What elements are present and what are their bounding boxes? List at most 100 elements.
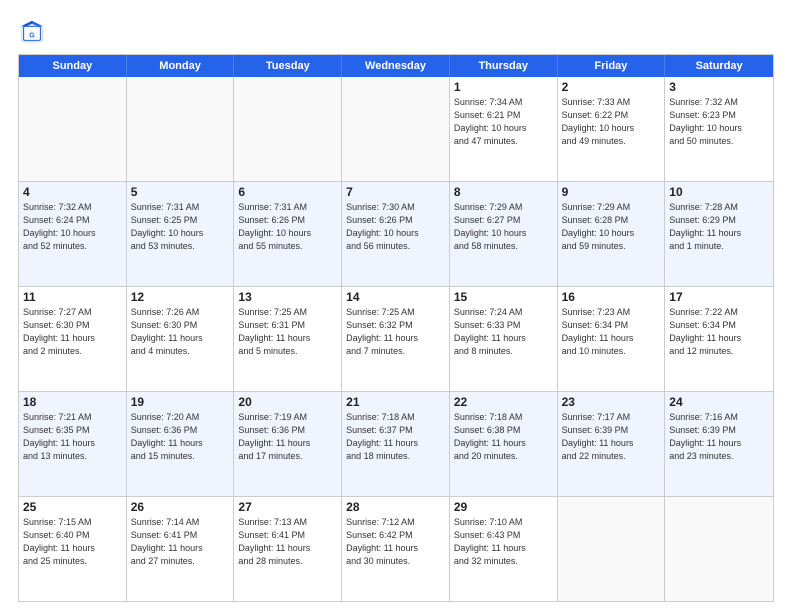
- cal-header-friday: Friday: [558, 55, 666, 77]
- day-info: Sunrise: 7:21 AMSunset: 6:35 PMDaylight:…: [23, 411, 122, 463]
- day-cell-6: 6 Sunrise: 7:31 AMSunset: 6:26 PMDaylight…: [234, 182, 342, 286]
- day-cell-26: 26Sunrise: 7:14 AMSunset: 6:41 PMDayligh…: [127, 497, 235, 601]
- svg-text:G: G: [29, 33, 35, 40]
- calendar: SundayMondayTuesdayWednesdayThursdayFrid…: [18, 54, 774, 602]
- day-info: Sunrise: 7:19 AMSunset: 6:36 PMDaylight:…: [238, 411, 337, 463]
- logo: G: [18, 18, 50, 46]
- empty-cell: [342, 77, 450, 181]
- day-number: 11: [23, 290, 122, 304]
- day-number: 23: [562, 395, 661, 409]
- week-row-3: 11 Sunrise: 7:27 AMSunset: 6:30 PMDayligh…: [19, 286, 773, 391]
- day-number: 12: [131, 290, 230, 304]
- day-cell-22: 22 Sunrise: 7:18 AMSunset: 6:38 PMDayligh…: [450, 392, 558, 496]
- day-number: 18: [23, 395, 122, 409]
- day-cell-19: 19 Sunrise: 7:20 AMSunset: 6:36 PMDayligh…: [127, 392, 235, 496]
- day-number: 16: [562, 290, 661, 304]
- empty-cell: [558, 497, 666, 601]
- day-cell-2: 2Sunrise: 7:33 AMSunset: 6:22 PMDaylight…: [558, 77, 666, 181]
- day-info: Sunrise: 7:25 AMSunset: 6:32 PMDaylight:…: [346, 306, 445, 358]
- day-number: 3: [669, 80, 769, 94]
- day-cell-23: 23Sunrise: 7:17 AMSunset: 6:39 PMDayligh…: [558, 392, 666, 496]
- day-info: Sunrise: 7:14 AMSunset: 6:41 PMDaylight:…: [131, 516, 230, 568]
- day-info: Sunrise: 7:18 AMSunset: 6:38 PMDaylight:…: [454, 411, 553, 463]
- header: G: [18, 18, 774, 46]
- day-number: 27: [238, 500, 337, 514]
- day-number: 9: [562, 185, 661, 199]
- day-info: Sunrise: 7:13 AMSunset: 6:41 PMDaylight:…: [238, 516, 337, 568]
- day-info: Sunrise: 7:31 AMSunset: 6:25 PMDaylight:…: [131, 201, 230, 253]
- day-cell-10: 10 Sunrise: 7:28 AMSunset: 6:29 PMDayligh…: [665, 182, 773, 286]
- day-number: 14: [346, 290, 445, 304]
- day-number: 24: [669, 395, 769, 409]
- day-cell-16: 16 Sunrise: 7:23 AMSunset: 6:34 PMDayligh…: [558, 287, 666, 391]
- day-number: 7: [346, 185, 445, 199]
- week-row-2: 4 Sunrise: 7:32 AMSunset: 6:24 PMDaylight…: [19, 181, 773, 286]
- day-info: Sunrise: 7:16 AMSunset: 6:39 PMDaylight:…: [669, 411, 769, 463]
- day-info: Sunrise: 7:10 AMSunset: 6:43 PMDaylight:…: [454, 516, 553, 568]
- day-number: 28: [346, 500, 445, 514]
- day-info: Sunrise: 7:12 AMSunset: 6:42 PMDaylight:…: [346, 516, 445, 568]
- day-number: 1: [454, 80, 553, 94]
- day-number: 17: [669, 290, 769, 304]
- day-info: Sunrise: 7:26 AMSunset: 6:30 PMDaylight:…: [131, 306, 230, 358]
- day-cell-27: 27 Sunrise: 7:13 AMSunset: 6:41 PMDayligh…: [234, 497, 342, 601]
- logo-icon: G: [18, 18, 46, 46]
- day-cell-9: 9 Sunrise: 7:29 AMSunset: 6:28 PMDaylight…: [558, 182, 666, 286]
- day-cell-14: 14 Sunrise: 7:25 AMSunset: 6:32 PMDayligh…: [342, 287, 450, 391]
- day-info: Sunrise: 7:31 AMSunset: 6:26 PMDaylight:…: [238, 201, 337, 253]
- day-number: 13: [238, 290, 337, 304]
- day-cell-18: 18 Sunrise: 7:21 AMSunset: 6:35 PMDayligh…: [19, 392, 127, 496]
- day-info: Sunrise: 7:18 AMSunset: 6:37 PMDaylight:…: [346, 411, 445, 463]
- day-cell-4: 4 Sunrise: 7:32 AMSunset: 6:24 PMDaylight…: [19, 182, 127, 286]
- day-number: 19: [131, 395, 230, 409]
- day-number: 22: [454, 395, 553, 409]
- cal-header-tuesday: Tuesday: [234, 55, 342, 77]
- empty-cell: [19, 77, 127, 181]
- day-cell-3: 3 Sunrise: 7:32 AMSunset: 6:23 PMDaylight…: [665, 77, 773, 181]
- day-info: Sunrise: 7:28 AMSunset: 6:29 PMDaylight:…: [669, 201, 769, 253]
- empty-cell: [127, 77, 235, 181]
- day-info: Sunrise: 7:15 AMSunset: 6:40 PMDaylight:…: [23, 516, 122, 568]
- day-cell-21: 21 Sunrise: 7:18 AMSunset: 6:37 PMDayligh…: [342, 392, 450, 496]
- day-cell-29: 29Sunrise: 7:10 AMSunset: 6:43 PMDayligh…: [450, 497, 558, 601]
- day-info: Sunrise: 7:27 AMSunset: 6:30 PMDaylight:…: [23, 306, 122, 358]
- cal-header-sunday: Sunday: [19, 55, 127, 77]
- day-info: Sunrise: 7:29 AMSunset: 6:27 PMDaylight:…: [454, 201, 553, 253]
- day-info: Sunrise: 7:30 AMSunset: 6:26 PMDaylight:…: [346, 201, 445, 253]
- empty-cell: [665, 497, 773, 601]
- day-cell-20: 20 Sunrise: 7:19 AMSunset: 6:36 PMDayligh…: [234, 392, 342, 496]
- day-number: 6: [238, 185, 337, 199]
- day-info: Sunrise: 7:25 AMSunset: 6:31 PMDaylight:…: [238, 306, 337, 358]
- day-number: 20: [238, 395, 337, 409]
- day-number: 5: [131, 185, 230, 199]
- day-cell-7: 7 Sunrise: 7:30 AMSunset: 6:26 PMDaylight…: [342, 182, 450, 286]
- cal-header-monday: Monday: [127, 55, 235, 77]
- cal-header-wednesday: Wednesday: [342, 55, 450, 77]
- day-number: 21: [346, 395, 445, 409]
- day-info: Sunrise: 7:32 AMSunset: 6:24 PMDaylight:…: [23, 201, 122, 253]
- day-cell-8: 8 Sunrise: 7:29 AMSunset: 6:27 PMDaylight…: [450, 182, 558, 286]
- cal-header-thursday: Thursday: [450, 55, 558, 77]
- day-number: 10: [669, 185, 769, 199]
- calendar-body: 1Sunrise: 7:34 AMSunset: 6:21 PMDaylight…: [19, 77, 773, 601]
- day-cell-1: 1Sunrise: 7:34 AMSunset: 6:21 PMDaylight…: [450, 77, 558, 181]
- page: G SundayMondayTuesdayWednesdayThursdayFr…: [0, 0, 792, 612]
- day-number: 4: [23, 185, 122, 199]
- empty-cell: [234, 77, 342, 181]
- week-row-5: 25Sunrise: 7:15 AMSunset: 6:40 PMDayligh…: [19, 496, 773, 601]
- day-info: Sunrise: 7:20 AMSunset: 6:36 PMDaylight:…: [131, 411, 230, 463]
- day-info: Sunrise: 7:32 AMSunset: 6:23 PMDaylight:…: [669, 96, 769, 148]
- day-cell-5: 5 Sunrise: 7:31 AMSunset: 6:25 PMDaylight…: [127, 182, 235, 286]
- cal-header-saturday: Saturday: [665, 55, 773, 77]
- day-cell-17: 17 Sunrise: 7:22 AMSunset: 6:34 PMDayligh…: [665, 287, 773, 391]
- day-info: Sunrise: 7:23 AMSunset: 6:34 PMDaylight:…: [562, 306, 661, 358]
- calendar-header: SundayMondayTuesdayWednesdayThursdayFrid…: [19, 55, 773, 77]
- day-cell-11: 11 Sunrise: 7:27 AMSunset: 6:30 PMDayligh…: [19, 287, 127, 391]
- day-info: Sunrise: 7:22 AMSunset: 6:34 PMDaylight:…: [669, 306, 769, 358]
- day-cell-25: 25Sunrise: 7:15 AMSunset: 6:40 PMDayligh…: [19, 497, 127, 601]
- week-row-4: 18 Sunrise: 7:21 AMSunset: 6:35 PMDayligh…: [19, 391, 773, 496]
- day-info: Sunrise: 7:33 AMSunset: 6:22 PMDaylight:…: [562, 96, 661, 148]
- day-info: Sunrise: 7:29 AMSunset: 6:28 PMDaylight:…: [562, 201, 661, 253]
- day-number: 8: [454, 185, 553, 199]
- day-cell-28: 28 Sunrise: 7:12 AMSunset: 6:42 PMDayligh…: [342, 497, 450, 601]
